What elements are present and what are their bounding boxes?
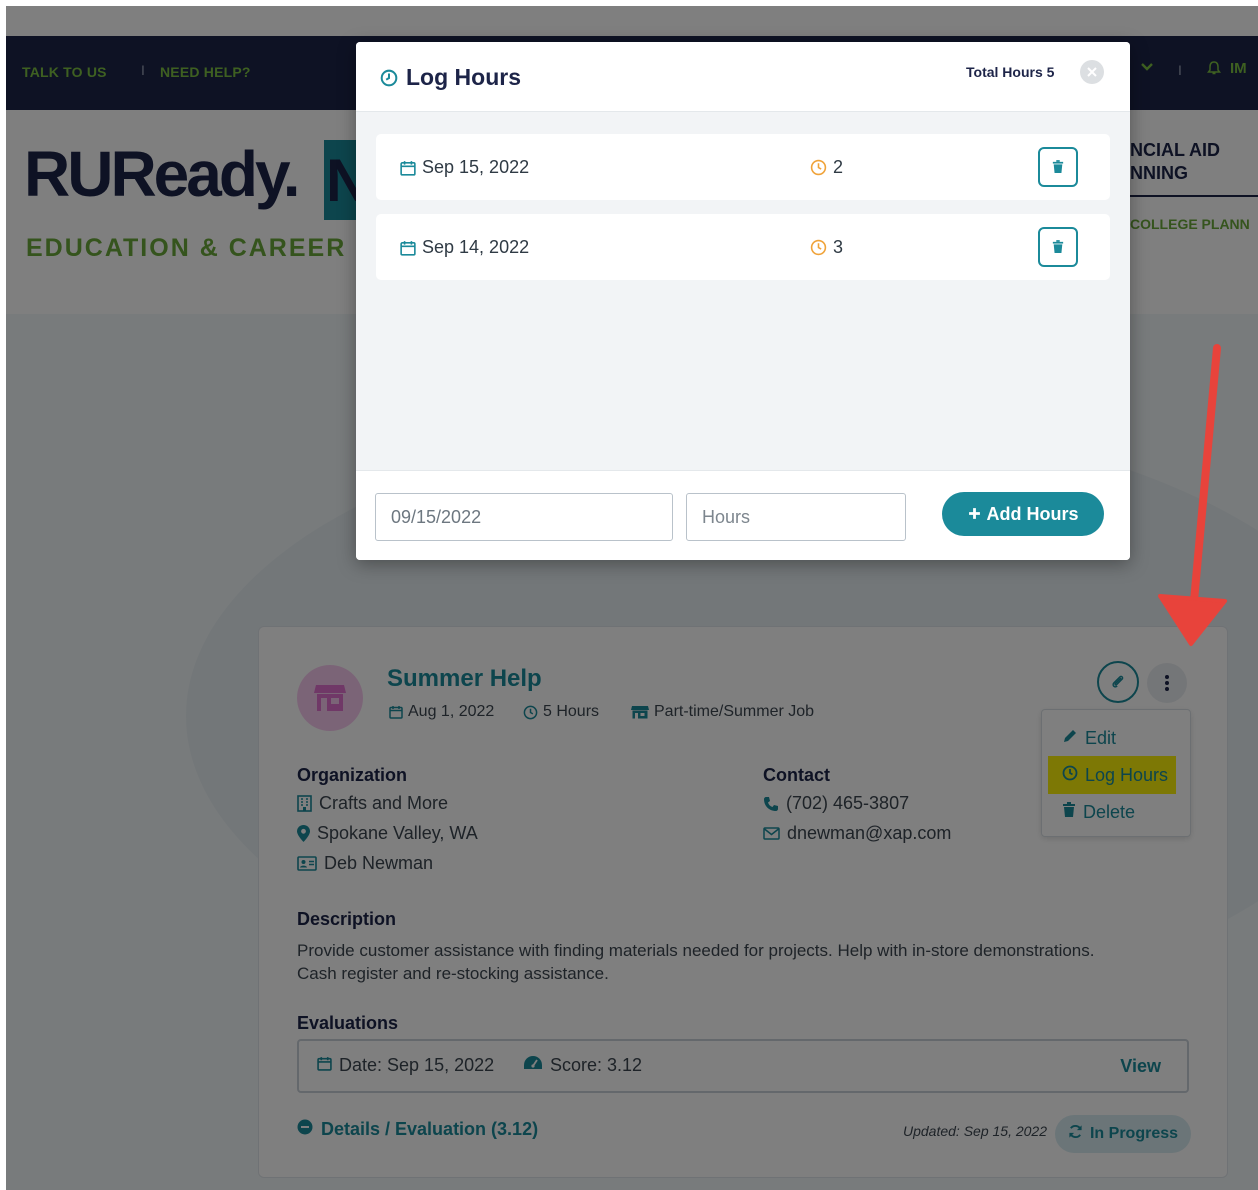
entry-hours-text: 3 [833, 237, 844, 257]
hours-entry: Sep 14, 2022 3 [376, 214, 1110, 280]
hours-input[interactable] [686, 493, 906, 541]
calendar-icon [400, 160, 416, 176]
add-hours-button[interactable]: Add Hours [942, 492, 1104, 536]
entry-date-text: Sep 15, 2022 [422, 157, 530, 177]
modal-title-text: Log Hours [406, 64, 521, 90]
total-hours: Total Hours 5 [966, 64, 1055, 80]
delete-entry-button[interactable] [1038, 227, 1078, 267]
close-icon [1087, 67, 1097, 77]
clock-icon [380, 69, 398, 87]
modal-footer: Add Hours [356, 470, 1130, 560]
entry-hours-text: 2 [833, 157, 844, 177]
entry-hours: 2 [810, 157, 843, 178]
entry-date: Sep 15, 2022 [400, 157, 529, 178]
entry-hours: 3 [810, 237, 843, 258]
close-button[interactable] [1080, 60, 1104, 84]
entry-date: Sep 14, 2022 [400, 237, 529, 258]
date-input[interactable] [375, 493, 673, 541]
plus-icon [968, 504, 981, 525]
trash-icon [1052, 240, 1064, 253]
add-hours-label: Add Hours [986, 503, 1079, 524]
trash-icon [1052, 160, 1064, 173]
calendar-icon [400, 240, 416, 256]
modal-title: Log Hours [380, 64, 521, 91]
modal-header: Log Hours Total Hours 5 [356, 42, 1130, 112]
log-hours-modal: Log Hours Total Hours 5 Sep 15, 2022 2 S… [356, 42, 1130, 560]
clock-icon [810, 159, 827, 176]
hours-entry: Sep 15, 2022 2 [376, 134, 1110, 200]
delete-entry-button[interactable] [1038, 147, 1078, 187]
clock-icon [810, 239, 827, 256]
entry-date-text: Sep 14, 2022 [422, 237, 530, 257]
